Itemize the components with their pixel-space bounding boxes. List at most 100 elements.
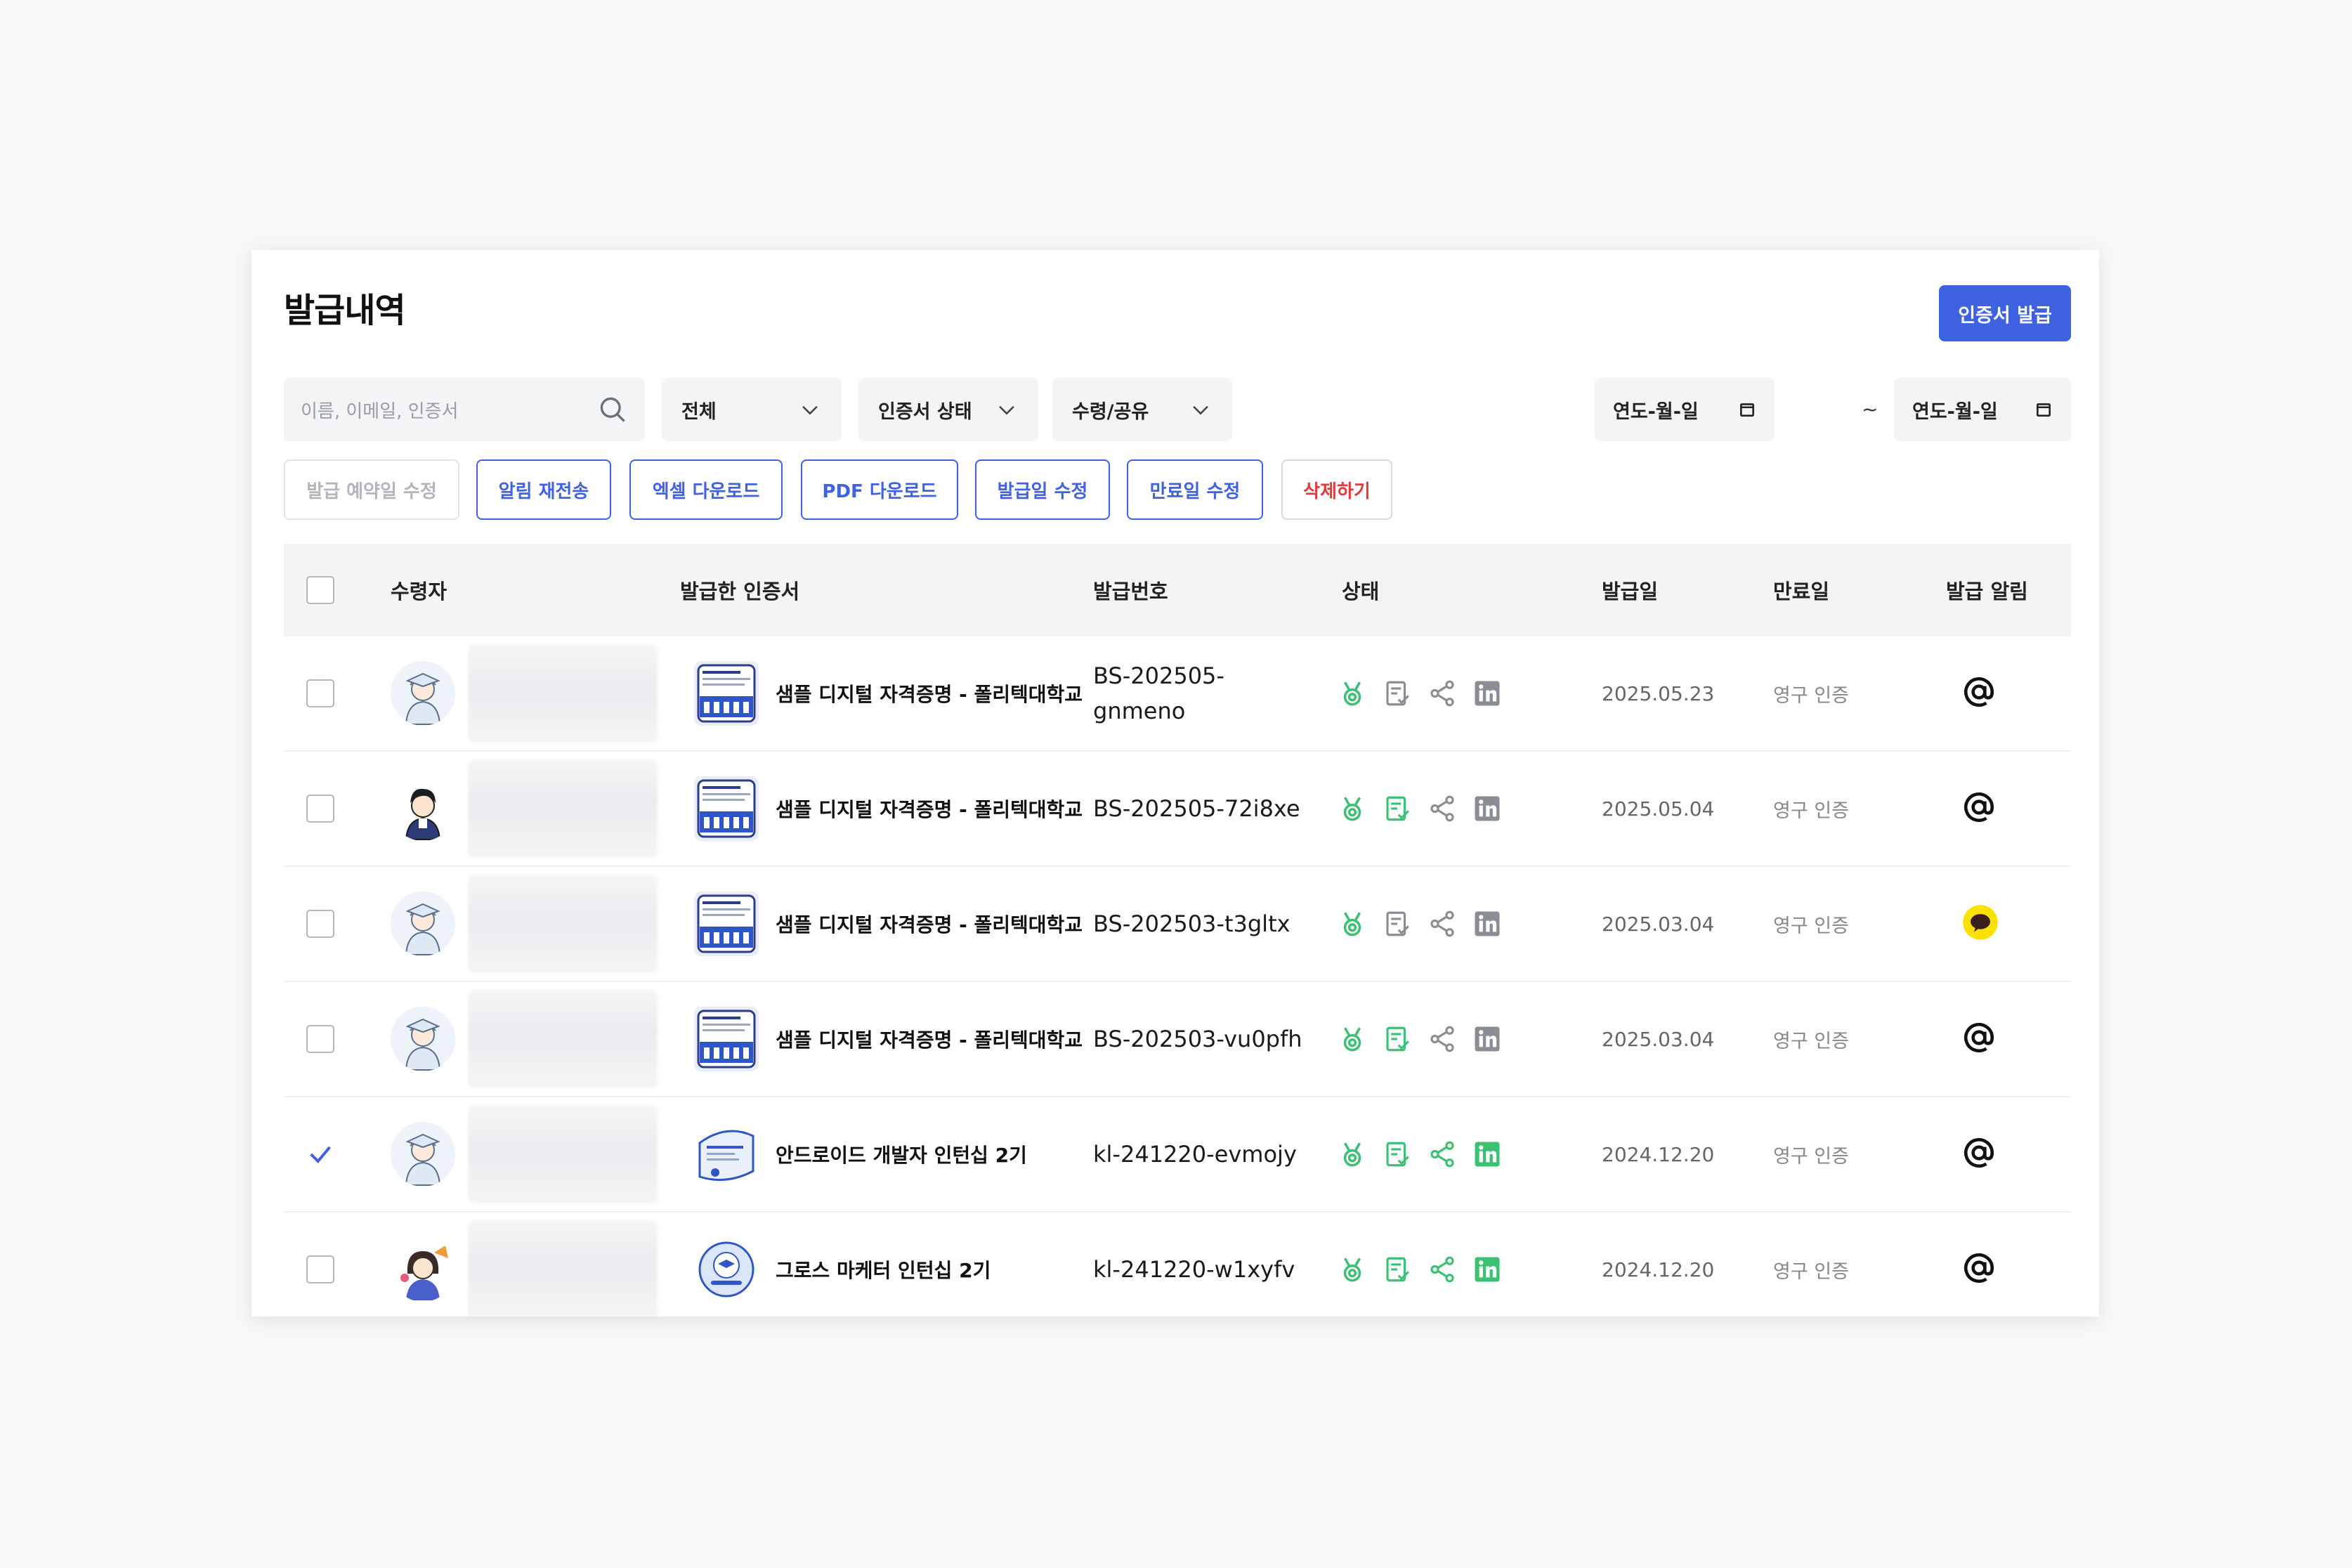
row-select-cell[interactable] (306, 1097, 334, 1211)
expiry-value: 영구 인증 (1773, 1145, 1849, 1168)
table-row[interactable]: 안드로이드 개발자 인턴십 2기 kl-241220-evmojy 2024.12.… (284, 1097, 2071, 1213)
row-select-cell[interactable] (306, 752, 334, 865)
row-checkbox[interactable] (306, 910, 334, 938)
row-select-cell[interactable] (306, 982, 334, 1096)
header-notify[interactable]: 발급 알림 (1946, 544, 2028, 636)
medal-icon[interactable] (1338, 1255, 1367, 1284)
linkedin-icon[interactable] (1472, 909, 1502, 939)
check-icon[interactable] (306, 1140, 334, 1168)
share-icon[interactable] (1427, 794, 1457, 823)
document-check-icon[interactable] (1383, 794, 1412, 823)
header-issued[interactable]: 발급일 (1602, 544, 1658, 636)
document-check-icon[interactable] (1383, 1255, 1412, 1284)
issue-date: 2024.12.20 (1602, 1257, 1715, 1281)
linkedin-icon[interactable] (1472, 1024, 1502, 1054)
row-select-cell[interactable] (306, 1213, 334, 1317)
medal-icon[interactable] (1338, 909, 1367, 939)
resend-notification-button[interactable]: 알림 재전송 (476, 459, 611, 520)
share-filter-dropdown[interactable]: 수령/공유 (1052, 378, 1232, 441)
certificate-cell[interactable]: 샘플 디지털 자격증명 - 폴리텍대학교 (694, 982, 1083, 1096)
share-icon[interactable] (1427, 909, 1457, 939)
calendar-icon[interactable] (1738, 400, 1756, 419)
linkedin-icon[interactable] (1472, 794, 1502, 823)
issue-date: 2025.03.04 (1602, 912, 1715, 936)
row-select-cell[interactable] (306, 867, 334, 981)
share-icon[interactable] (1427, 1139, 1457, 1169)
notify-cell[interactable] (1961, 636, 1997, 750)
date-to-input[interactable]: 연도-월-일 (1894, 378, 2071, 441)
chevron-down-icon (1193, 405, 1208, 415)
medal-icon[interactable] (1338, 1139, 1367, 1169)
share-icon[interactable] (1427, 1255, 1457, 1284)
header-certificate[interactable]: 발급한 인증서 (680, 544, 799, 636)
email-at-icon (1961, 790, 1997, 828)
calendar-icon[interactable] (2034, 400, 2053, 419)
kakao-icon (1961, 903, 1999, 944)
table-row[interactable]: 샘플 디지털 자격증명 - 폴리텍대학교 BS-202503-t3gltx 2025… (284, 867, 2071, 982)
search-icon[interactable] (597, 394, 628, 425)
edit-issue-date-button[interactable]: 발급일 수정 (975, 459, 1110, 520)
pdf-download-button[interactable]: PDF 다운로드 (801, 459, 958, 520)
row-checkbox[interactable] (306, 795, 334, 823)
avatar (391, 891, 455, 956)
header-status[interactable]: 상태 (1342, 544, 1379, 636)
select-all-checkbox[interactable] (306, 576, 334, 604)
email-at-icon (1961, 1020, 1997, 1058)
certificate-cell[interactable]: 안드로이드 개발자 인턴십 2기 (694, 1097, 1027, 1211)
certificate-cell[interactable]: 샘플 디지털 자격증명 - 폴리텍대학교 (694, 867, 1083, 981)
linkedin-icon[interactable] (1472, 679, 1502, 708)
recipient-name-redacted (468, 759, 658, 858)
status-filter-dropdown[interactable]: 인증서 상태 (858, 378, 1038, 441)
notify-cell[interactable] (1961, 752, 1997, 865)
type-filter-dropdown[interactable]: 전체 (662, 378, 842, 441)
medal-icon[interactable] (1338, 1024, 1367, 1054)
row-checkbox[interactable] (306, 1025, 334, 1053)
notify-cell[interactable] (1961, 982, 1997, 1096)
notify-cell[interactable] (1961, 1097, 1997, 1211)
medal-icon[interactable] (1338, 794, 1367, 823)
header-number[interactable]: 발급번호 (1093, 544, 1168, 636)
header-recipient[interactable]: 수령자 (391, 544, 447, 636)
notify-cell[interactable] (1961, 1213, 1997, 1317)
row-checkbox[interactable] (306, 679, 334, 707)
notify-cell[interactable] (1961, 867, 1999, 981)
recipient-cell (391, 752, 658, 865)
document-check-icon[interactable] (1383, 909, 1412, 939)
table-row[interactable]: 샘플 디지털 자격증명 - 폴리텍대학교 BS-202505- gnmeno 2025… (284, 636, 2071, 752)
select-all-cell[interactable] (306, 544, 334, 636)
avatar (391, 1007, 455, 1071)
edit-reserved-date-button[interactable]: 발급 예약일 수정 (284, 459, 459, 520)
certificate-thumbnail (694, 776, 759, 841)
search-input[interactable]: 이름, 이메일, 인증서 (284, 378, 645, 441)
certificate-thumbnail (694, 891, 759, 956)
linkedin-icon[interactable] (1472, 1255, 1502, 1284)
certificate-name: 그로스 마케터 인턴십 2기 (776, 1259, 991, 1282)
date-from-input[interactable]: 연도-월-일 (1595, 378, 1775, 441)
share-icon[interactable] (1427, 679, 1457, 708)
edit-expiry-date-button[interactable]: 만료일 수정 (1127, 459, 1263, 520)
medal-icon[interactable] (1338, 679, 1367, 708)
table-row[interactable]: 샘플 디지털 자격증명 - 폴리텍대학교 BS-202503-vu0pfh 2025… (284, 982, 2071, 1097)
certificate-cell[interactable]: 샘플 디지털 자격증명 - 폴리텍대학교 (694, 752, 1083, 865)
table-row[interactable]: 그로스 마케터 인턴십 2기 kl-241220-w1xyfv 2024.12.20… (284, 1213, 2071, 1317)
delete-button[interactable]: 삭제하기 (1281, 459, 1392, 520)
number-line-1: BS-202505- (1093, 662, 1224, 689)
certificate-cell[interactable]: 샘플 디지털 자격증명 - 폴리텍대학교 (694, 636, 1083, 750)
linkedin-icon[interactable] (1472, 1139, 1502, 1169)
row-select-cell[interactable] (306, 636, 334, 750)
document-check-icon[interactable] (1383, 679, 1412, 708)
issue-number-cell: kl-241220-evmojy (1093, 1097, 1297, 1211)
number-line-1: kl-241220-evmojy (1093, 1141, 1297, 1168)
table-row[interactable]: 샘플 디지털 자격증명 - 폴리텍대학교 BS-202505-72i8xe 2025… (284, 752, 2071, 867)
number-line-2: gnmeno (1093, 698, 1186, 724)
header-expiry[interactable]: 만료일 (1773, 544, 1829, 636)
share-icon[interactable] (1427, 1024, 1457, 1054)
excel-download-button[interactable]: 엑셀 다운로드 (629, 459, 783, 520)
issue-date: 2025.05.23 (1602, 681, 1715, 705)
row-checkbox[interactable] (306, 1255, 334, 1283)
avatar (391, 776, 455, 841)
document-check-icon[interactable] (1383, 1139, 1412, 1169)
certificate-cell[interactable]: 그로스 마케터 인턴십 2기 (694, 1213, 991, 1317)
document-check-icon[interactable] (1383, 1024, 1412, 1054)
issue-certificate-button[interactable]: 인증서 발급 (1939, 285, 2071, 341)
